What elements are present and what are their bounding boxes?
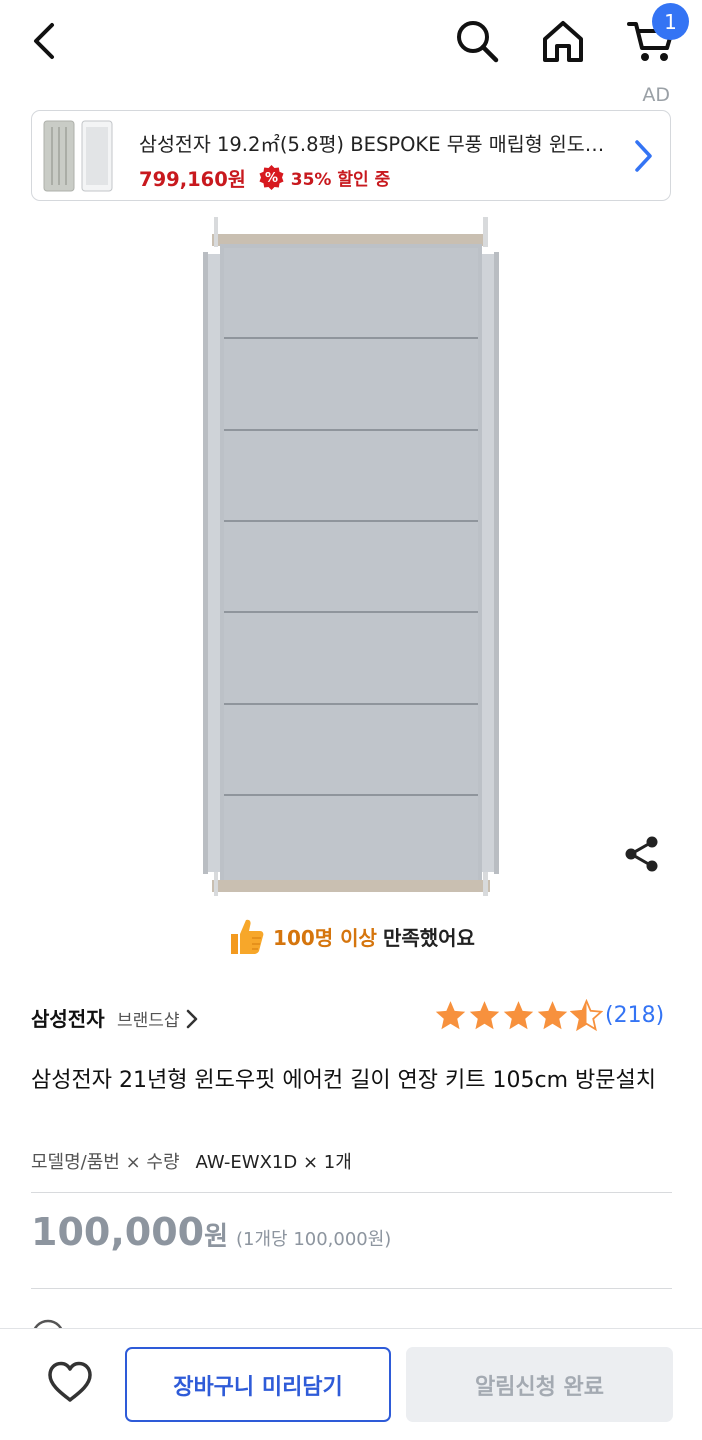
- review-count[interactable]: (218): [605, 1003, 664, 1028]
- satisfaction-text: 만족했어요: [382, 925, 475, 950]
- star-half-icon: [570, 999, 603, 1032]
- product-image[interactable]: [200, 212, 502, 900]
- search-button[interactable]: [452, 16, 502, 66]
- star-full-icon: [537, 1001, 568, 1030]
- home-button[interactable]: [538, 16, 588, 66]
- product-title: 삼성전자 21년형 윈도우핏 에어컨 길이 연장 키트 105cm 방문설치: [31, 1068, 656, 1093]
- notify-complete-button[interactable]: 알림신청 완료: [406, 1347, 673, 1422]
- chevron-right-icon: [635, 140, 652, 172]
- brand-shop-link[interactable]: 브랜드샵: [117, 1006, 198, 1031]
- brand-shop-label: 브랜드샵: [117, 1011, 180, 1031]
- model-label: 모델명/품번 × 수량: [31, 1152, 180, 1173]
- price-row: 100,000 원 (1개당 100,000원): [31, 1210, 391, 1254]
- chevron-left-icon: [34, 23, 54, 59]
- svg-text:%: %: [265, 171, 278, 186]
- star-full-icon: [469, 1001, 500, 1030]
- satisfaction-count: 100명 이상: [273, 925, 377, 950]
- chevron-right-icon: [186, 1009, 197, 1028]
- back-button[interactable]: [22, 18, 64, 64]
- model-value: AW-EWX1D × 1개: [195, 1152, 352, 1173]
- divider: [31, 1288, 672, 1289]
- wishlist-button[interactable]: [44, 1356, 96, 1408]
- share-icon: [625, 836, 658, 872]
- ad-discount: 35% 할인 중: [290, 169, 391, 190]
- search-icon: [457, 21, 499, 63]
- thumbs-up-icon: [231, 919, 264, 954]
- heart-icon: [48, 1361, 92, 1402]
- ad-banner[interactable]: 삼성전자 19.2㎡(5.8평) BESPOKE 무풍 매립형 윈도우핏 에어컨…: [31, 110, 671, 201]
- ad-product-thumbnail: [43, 120, 113, 192]
- rating-stars[interactable]: [434, 999, 604, 1032]
- model-info: 모델명/품번 × 수량 AW-EWX1D × 1개: [31, 1148, 352, 1174]
- home-icon: [543, 21, 583, 62]
- ad-price: 799,160원: [139, 167, 246, 191]
- brand-name[interactable]: 삼성전자: [31, 1003, 105, 1032]
- share-button[interactable]: [618, 830, 666, 878]
- star-full-icon: [503, 1001, 534, 1030]
- satisfaction-banner: 100명 이상 만족했어요: [0, 912, 702, 960]
- top-navigation-bar: 1: [0, 0, 702, 86]
- percent-badge-icon: %: [259, 164, 284, 190]
- ad-title: 삼성전자 19.2㎡(5.8평) BESPOKE 무풍 매립형 윈도우핏 에어컨: [139, 133, 619, 156]
- unit-price: (1개당 100,000원): [236, 1229, 392, 1250]
- add-to-cart-button[interactable]: 장바구니 미리담기: [125, 1347, 391, 1422]
- star-full-icon: [435, 1001, 466, 1030]
- price-value: 100,000: [31, 1210, 205, 1254]
- ad-label: AD: [642, 84, 670, 106]
- price-unit: 원: [204, 1222, 228, 1252]
- divider: [31, 1192, 672, 1193]
- cart-count-badge: 1: [652, 3, 689, 40]
